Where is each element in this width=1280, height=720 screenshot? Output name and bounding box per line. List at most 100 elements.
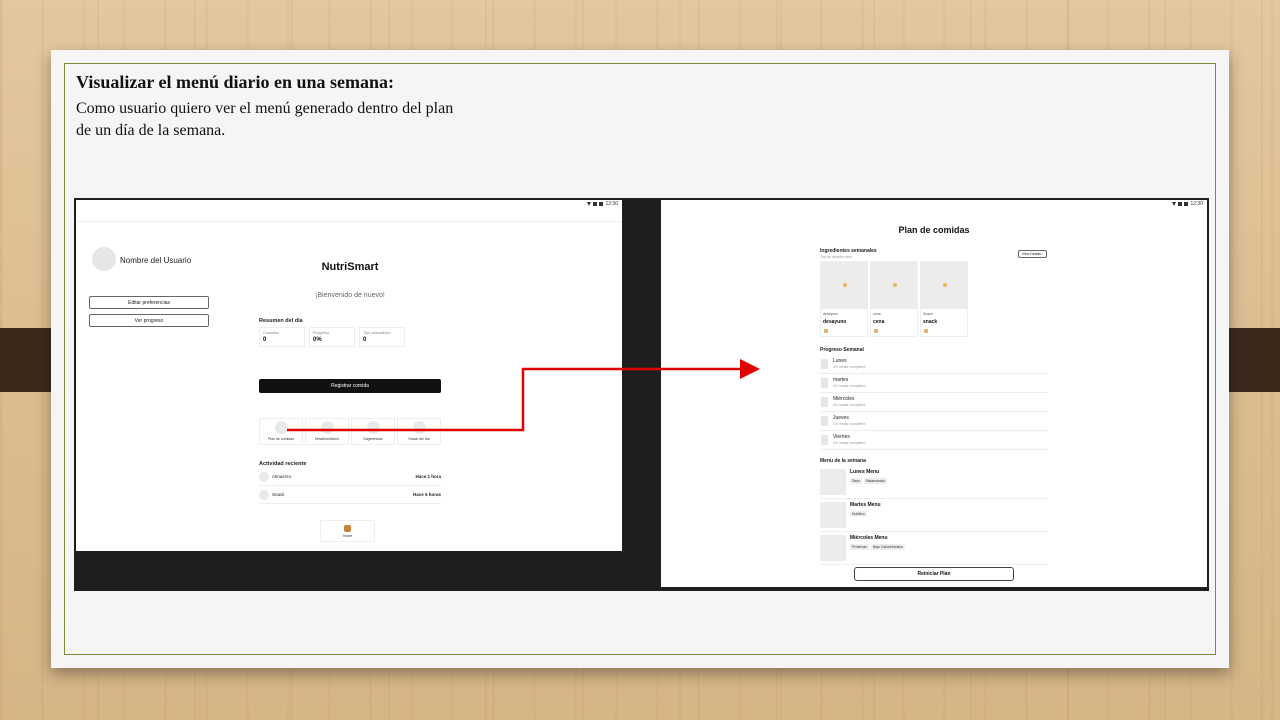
ingredients-title: Ingredientes semanales (820, 248, 877, 254)
meal-plan-card[interactable]: Plan de comidas (259, 418, 303, 445)
day-status: 4/4 meals completed (833, 403, 866, 407)
menu-name: Lunes Menu (850, 469, 880, 475)
slide-body: Como usuario quiero ver el menú generado… (76, 100, 454, 139)
list-item[interactable]: martes 4/4 meals completed (820, 374, 1048, 393)
stat-label: Comidas (263, 330, 279, 335)
ingredient-image (821, 262, 867, 309)
slide: Visualizar el menú diario en una semana:… (51, 50, 1229, 668)
activity-title: Actividad reciente (259, 461, 307, 467)
home-icon (344, 525, 351, 532)
ingredient-image (921, 262, 967, 309)
menu-image (820, 535, 846, 561)
ingredient-icon (874, 329, 878, 333)
stat-value: 0 (363, 337, 367, 343)
activity-time: Hace 5 horas (412, 492, 441, 497)
menu-item[interactable]: Lunes Menu Sano Balanceado (820, 466, 1048, 499)
list-item[interactable]: Snack Hace 5 horas (259, 487, 441, 504)
menu-image (820, 502, 846, 528)
reset-plan-button[interactable]: Reiniciar Plan (854, 567, 1014, 581)
activity-icon (259, 472, 269, 482)
menu-name: Miércoles Menu (850, 535, 888, 541)
ingredient-icon (924, 329, 928, 333)
app-title: NutriSmart (321, 261, 379, 273)
menu-image (820, 469, 846, 495)
appbar-divider (76, 221, 622, 222)
menu-tag: Proteínas (850, 544, 869, 550)
quick-action-label: Desafíos/ésimo (314, 437, 340, 441)
day-status: 0/4 meals completed (833, 441, 866, 445)
home-label: Home (342, 534, 353, 538)
ingredient-image (871, 262, 917, 309)
menu-tag: Balanceado (864, 478, 887, 484)
day-status: 1/4 meals completed (833, 422, 866, 426)
ingredient-card[interactable]: cena cena (870, 261, 918, 337)
food-icon (843, 283, 847, 287)
day-icon (821, 416, 828, 426)
list-item[interactable]: Almuerzo Hace 1 hora (259, 469, 441, 486)
status-time: 12:30 (1190, 201, 1203, 207)
quick-action-label: Snack del día (408, 437, 430, 441)
ingredient-card[interactable]: Snack snack (920, 261, 968, 337)
suggestions-card[interactable]: Sugerencias (351, 418, 395, 445)
stat-tips: Tips saludables 0 (359, 327, 405, 347)
ingredient-card[interactable]: desayuno desayuno (820, 261, 868, 337)
challenges-card[interactable]: Desafíos/ésimo (305, 418, 349, 445)
quick-action-label: Sugerencias (363, 437, 383, 441)
ingredient-category: Snack (923, 312, 933, 316)
ingredients-hint: Tap for detailed view (820, 255, 852, 259)
day-status: 4/4 meals completed (833, 365, 866, 369)
battery-icon (599, 202, 604, 206)
stat-progress: Progreso 0% (309, 327, 355, 347)
view-details-button[interactable]: View Details › (1018, 250, 1047, 258)
ingredient-category: desayuno (823, 312, 839, 316)
signal-icon (1178, 202, 1183, 206)
activity-name: Almuerzo (272, 474, 292, 479)
home-screen: 12:30 Nombre del Usuario Editar preferen… (76, 200, 622, 551)
day-name: Lunes (833, 358, 847, 364)
day-status: 4/4 meals completed (833, 384, 866, 388)
progress-title: Progreso Semanal (820, 347, 864, 353)
status-time: 12:30 (605, 201, 618, 207)
welcome-text: ¡Bienvenido de nuevo! (315, 292, 385, 299)
view-details-label: View Details (1021, 252, 1042, 256)
register-meal-button[interactable]: Registrar comida (259, 379, 441, 393)
slide-title: Visualizar el menú diario en una semana: (76, 72, 395, 92)
stat-label: Tips saludables (363, 330, 391, 335)
status-bar: 12:30 (587, 200, 618, 208)
list-item[interactable]: Miércoles 4/4 meals completed (820, 393, 1048, 412)
stat-label: Progreso (313, 330, 330, 335)
ingredient-icon (824, 329, 828, 333)
edit-preferences-button[interactable]: Editar preferencias (89, 296, 209, 309)
day-icon (821, 397, 828, 407)
home-tab[interactable]: Home (320, 520, 375, 542)
menu-item[interactable]: Martes Menu Nutritivo (820, 499, 1048, 532)
stat-meals: Comidas 0 (259, 327, 305, 347)
food-icon (943, 283, 947, 287)
summary-title: Resumen del día (259, 318, 303, 324)
menu-tag: Sano (850, 478, 863, 484)
status-bar: 12:30 (1172, 200, 1203, 208)
stat-value: 0 (263, 337, 267, 343)
meal-plan-icon (275, 421, 288, 434)
menu-item[interactable]: Miércoles Menu Proteínas Bajo Carbohidra… (820, 532, 1048, 565)
ingredient-name: cena (873, 319, 885, 325)
view-progress-button[interactable]: Ver progreso (89, 314, 209, 327)
day-icon (821, 378, 828, 388)
list-item[interactable]: Viernes 0/4 meals completed (820, 431, 1048, 450)
user-avatar[interactable] (92, 247, 116, 271)
challenges-icon (321, 421, 334, 434)
activity-name: Snack (272, 492, 285, 497)
list-item[interactable]: Lunes 4/4 meals completed (820, 355, 1048, 374)
day-icon (821, 435, 828, 445)
menu-title: Menu de la semana (820, 458, 866, 464)
day-name: Viernes (833, 434, 850, 440)
page-title: Plan de comidas (898, 225, 970, 235)
meal-plan-screen: 12:30 Plan de comidas Ingredientes seman… (661, 200, 1207, 587)
day-name: Miércoles (833, 396, 855, 402)
list-item[interactable]: Jueves 1/4 meals completed (820, 412, 1048, 431)
activity-time: Hace 1 hora (415, 474, 441, 479)
battery-icon (1184, 202, 1189, 206)
snack-card[interactable]: Snack del día (397, 418, 441, 445)
ingredient-name: desayuno (823, 319, 847, 325)
signal-icon (593, 202, 598, 206)
